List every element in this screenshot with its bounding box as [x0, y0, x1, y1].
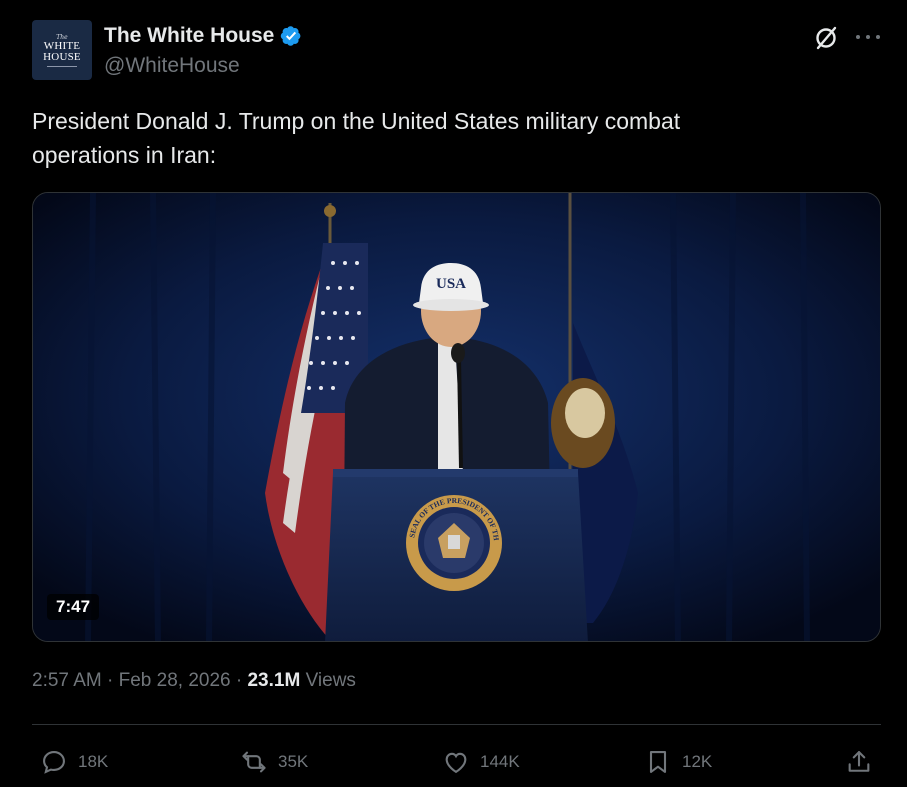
video-thumbnail: USA SEAL OF THE PRESIDENT OF THE UNITED …: [33, 193, 880, 641]
video-duration: 7:47: [47, 594, 100, 620]
tweet-time[interactable]: 2:57 AM: [32, 670, 102, 692]
retweet-button[interactable]: 35K: [240, 748, 308, 776]
display-name[interactable]: The White House: [104, 24, 274, 48]
heart-icon: [445, 752, 467, 774]
share-button[interactable]: [845, 748, 873, 776]
author-handle[interactable]: @WhiteHouse: [104, 54, 240, 78]
reply-count: 18K: [78, 752, 109, 771]
retweet-count: 35K: [278, 752, 309, 771]
more-options-icon[interactable]: [856, 26, 880, 48]
grok-icon[interactable]: [812, 24, 840, 52]
views-count: 23.1M: [247, 670, 301, 691]
avatar-line-white: WHITE: [43, 39, 81, 52]
tweet-meta: 2:57 AM · Feb 28, 2026 · 23.1M Views: [32, 670, 356, 692]
share-icon: [848, 751, 870, 772]
author-name-row: The White House: [104, 24, 302, 48]
tweet-date[interactable]: Feb 28, 2026: [119, 670, 231, 692]
meta-separator: ·: [101, 670, 119, 691]
reply-icon: [43, 751, 65, 774]
views-label: Views: [300, 670, 356, 691]
like-button[interactable]: 144K: [442, 748, 520, 776]
like-count: 144K: [480, 752, 520, 771]
meta-separator: ·: [230, 670, 248, 691]
divider: [32, 724, 881, 725]
tweet-text: President Donald J. Trump on the United …: [32, 108, 681, 168]
avatar-line-house: HOUSE: [43, 50, 81, 63]
avatar-rule: [47, 65, 77, 67]
bookmark-button[interactable]: 12K: [644, 748, 712, 776]
video-player[interactable]: USA SEAL OF THE PRESIDENT OF THE UNITED …: [32, 192, 881, 642]
reply-button[interactable]: 18K: [40, 748, 108, 776]
avatar[interactable]: The WHITE HOUSE: [32, 20, 92, 80]
retweet-icon: [242, 751, 266, 773]
verified-badge-icon: [281, 26, 301, 46]
bookmark-icon: [649, 751, 667, 773]
cap-text: USA: [436, 276, 466, 292]
bookmark-count: 12K: [682, 752, 713, 771]
